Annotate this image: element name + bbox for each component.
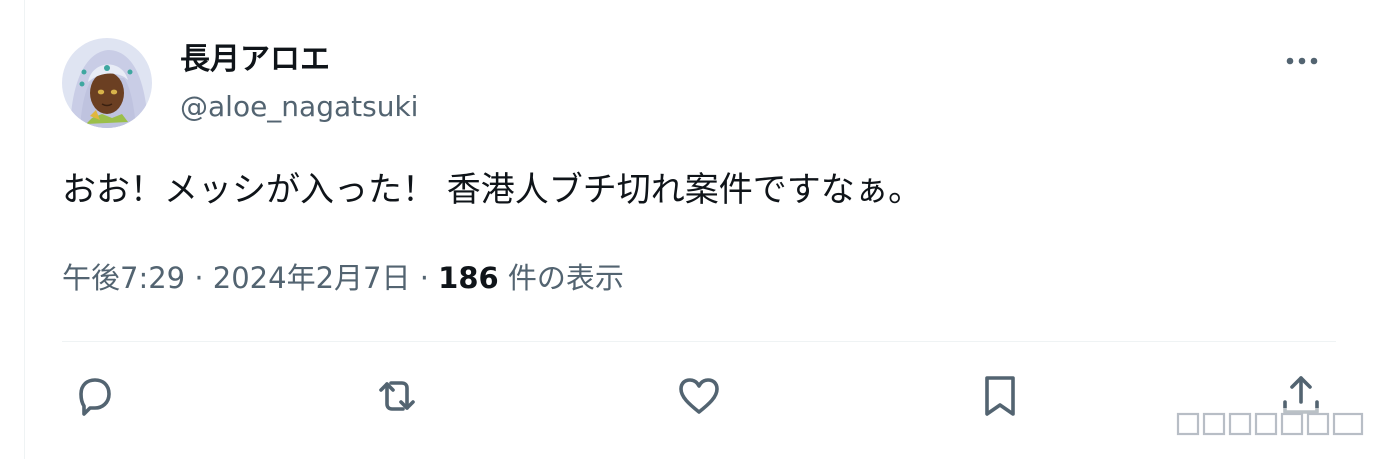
- like-button[interactable]: [675, 372, 723, 420]
- divider: [62, 341, 1336, 342]
- watermark-icon: [1172, 408, 1368, 440]
- anime-character-avatar-icon: [62, 38, 152, 128]
- tweet-date[interactable]: 2024年2月7日: [213, 261, 411, 295]
- watermark: [1170, 402, 1370, 446]
- ellipsis-icon: [1286, 57, 1318, 65]
- meta-separator: ·: [185, 261, 213, 295]
- reply-button[interactable]: [71, 372, 119, 420]
- author-display-name[interactable]: 長月アロエ: [180, 42, 330, 78]
- meta-separator: ·: [410, 261, 439, 295]
- comment-icon: [79, 378, 111, 416]
- view-count: 186: [438, 261, 499, 295]
- tweet-text: おお！メッシが入った！ 香港人ブチ切れ案件ですなぁ。: [62, 170, 923, 210]
- retweet-button[interactable]: [373, 372, 421, 420]
- author-handle[interactable]: @aloe_nagatsuki: [180, 90, 418, 124]
- more-options-button[interactable]: [1284, 46, 1320, 76]
- bookmark-button[interactable]: [976, 372, 1024, 420]
- retweet-icon: [379, 381, 415, 411]
- heart-icon: [679, 378, 719, 414]
- view-label: 件の表示: [498, 261, 624, 295]
- avatar[interactable]: [62, 38, 152, 128]
- tweet-metadata: 午後7:29 · 2024年2月7日 · 186 件の表示: [62, 258, 624, 298]
- bookmark-icon: [985, 376, 1015, 416]
- tweet-time[interactable]: 午後7:29: [62, 261, 185, 295]
